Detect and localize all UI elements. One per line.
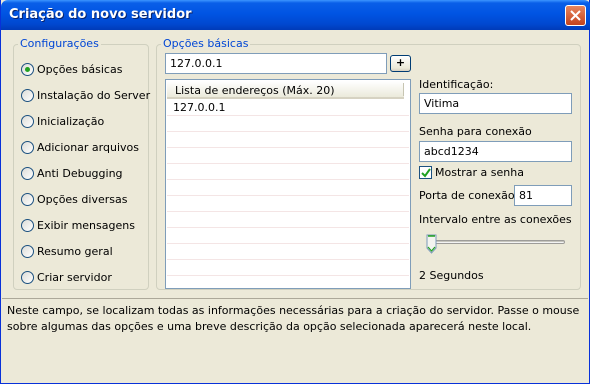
radio-button[interactable] [21, 192, 34, 206]
radio-button[interactable] [21, 166, 34, 180]
config-option[interactable]: Criar servidor [21, 269, 112, 285]
config-option-label: Exibir mensagens [37, 218, 135, 232]
config-option-label: Resumo geral [37, 244, 113, 258]
title-bar[interactable]: Criação do novo servidor [1, 0, 590, 30]
config-option[interactable]: Opções diversas [21, 191, 127, 207]
intervalo-readout: 2 Segundos [419, 269, 484, 282]
config-option[interactable]: Exibir mensagens [21, 217, 135, 233]
description-panel: Neste campo, se localizam todas as infor… [2, 298, 588, 382]
radio-button[interactable] [21, 218, 34, 232]
radio-button[interactable] [21, 88, 34, 102]
dialog-window: Criação do novo servidor Configurações O… [0, 0, 590, 384]
config-option[interactable]: Resumo geral [21, 243, 113, 259]
address-list-header-label: Lista de endereços (Máx. 20) [175, 84, 335, 97]
config-option[interactable]: Anti Debugging [21, 165, 123, 181]
radio-button[interactable] [21, 62, 34, 76]
senha-label: Senha para conexão [419, 125, 532, 138]
address-list-header[interactable]: Lista de endereços (Máx. 20) [167, 81, 404, 99]
config-option-label: Instalação do Server [37, 88, 151, 102]
address-list-rows: 127.0.0.1 [167, 100, 409, 288]
window-title: Criação do novo servidor [9, 7, 192, 22]
senha-field[interactable]: abcd1234 [419, 141, 572, 162]
list-item[interactable]: 127.0.0.1 [173, 101, 225, 114]
close-icon [570, 10, 581, 21]
description-text: Neste campo, se localizam todas as infor… [7, 304, 580, 333]
add-address-button[interactable]: + [390, 55, 411, 72]
config-option-label: Opções básicas [37, 62, 123, 76]
column-separator [403, 83, 404, 96]
config-option-label: Adicionar arquivos [37, 140, 139, 154]
identificacao-field[interactable]: Vitima [419, 93, 572, 114]
slider-thumb[interactable] [426, 234, 437, 254]
configuracoes-legend: Configurações [18, 37, 101, 50]
address-input[interactable]: 127.0.0.1 [165, 53, 387, 74]
opcoes-basicas-legend: Opções básicas [161, 37, 251, 50]
config-option[interactable]: Opções básicas [21, 61, 122, 77]
address-list[interactable]: Lista de endereços (Máx. 20) 127.0.0.1 [165, 79, 411, 289]
porta-field[interactable]: 81 [514, 185, 572, 206]
config-option[interactable]: Instalação do Server [21, 87, 150, 103]
radio-button[interactable] [21, 140, 34, 154]
config-option-label: Anti Debugging [37, 166, 123, 180]
radio-button[interactable] [21, 114, 34, 128]
porta-label: Porta de conexão [419, 189, 515, 202]
mostrar-senha-checkbox[interactable] [419, 166, 432, 179]
config-option[interactable]: Inicialização [21, 113, 104, 129]
config-option-label: Opções diversas [37, 192, 128, 206]
mostrar-senha-label[interactable]: Mostrar a senha [435, 166, 524, 179]
intervalo-label: Intervalo entre as conexões [419, 213, 572, 226]
intervalo-slider-track[interactable] [427, 240, 565, 244]
identificacao-label: Identificação: [419, 78, 494, 91]
checkmark-icon [421, 168, 431, 178]
config-option-label: Inicialização [37, 114, 105, 128]
config-option[interactable]: Adicionar arquivos [21, 139, 139, 155]
config-option-label: Criar servidor [37, 270, 112, 284]
radio-button[interactable] [21, 270, 34, 284]
radio-button[interactable] [21, 244, 34, 258]
close-button[interactable] [565, 5, 586, 26]
